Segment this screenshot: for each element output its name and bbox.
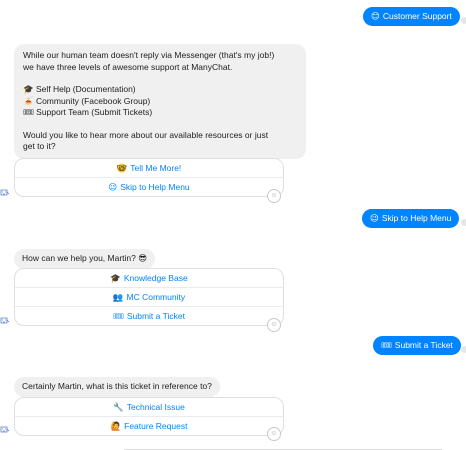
bot-message-line: Would you like to hear more about our av… — [23, 129, 269, 140]
mc-community-button[interactable]: 👥 MC Community — [15, 288, 283, 307]
graduation-cap-icon: 🎓 — [110, 274, 121, 284]
button-label: MC Community — [126, 292, 186, 302]
bot-message-line: While our human team doesn't reply via M… — [23, 50, 275, 60]
bot-avatar-icon — [0, 317, 10, 324]
submit-a-ticket-button[interactable]: 🎟 Submit a Ticket — [15, 307, 283, 325]
button-label: Feature Request — [124, 421, 188, 431]
add-reaction-icon[interactable]: ☺ — [267, 427, 281, 441]
bot-message-intro: While our human team doesn't reply via M… — [14, 44, 306, 159]
quick-reply-group-ticket: 🔧 Technical Issue 🙋 Feature Request — [14, 397, 284, 436]
ticket-icon: 🎟 — [113, 312, 124, 322]
button-label: Technical Issue — [126, 402, 185, 412]
quick-reply-group-help: 🎓 Knowledge Base 👥 MC Community 🎟 Submit a … — [14, 268, 284, 326]
button-label: Skip to Help Menu — [120, 182, 190, 192]
nerd-emoji-icon: 🤓 — [116, 164, 128, 174]
user-message-skip-to-help-menu: 😉 Skip to Help Menu — [362, 209, 460, 228]
user-message-text: Skip to Help Menu — [381, 213, 452, 223]
bot-message-help: How can we help you, Martin? 😎 — [14, 249, 156, 269]
bot-message-line: 🎓 Self Help (Documentation) — [23, 84, 136, 94]
button-label: Tell Me More! — [130, 163, 182, 173]
read-receipt-icon — [461, 346, 466, 353]
technical-issue-button[interactable]: 🔧 Technical Issue — [15, 398, 283, 417]
wink-emoji-icon: 😉 — [370, 214, 379, 224]
button-label: Submit a Ticket — [126, 311, 185, 321]
wrench-icon: 🔧 — [113, 403, 124, 413]
bot-avatar-icon — [0, 189, 10, 196]
bot-message-text: How can we help you, Martin? 😎 — [22, 253, 148, 263]
user-message-submit-a-ticket: 🎟 Submit a Ticket — [373, 336, 461, 355]
bot-avatar-icon — [0, 426, 10, 433]
add-reaction-icon[interactable]: ☺ — [267, 318, 281, 332]
quick-reply-group-intro: 🤓 Tell Me More! 😉 Skip to Help Menu — [14, 158, 284, 197]
smile-emoji-icon: 😊 — [371, 12, 380, 22]
people-icon: 👥 — [112, 293, 124, 303]
tell-me-more-button[interactable]: 🤓 Tell Me More! — [15, 159, 283, 178]
feature-request-button[interactable]: 🙋 Feature Request — [15, 417, 283, 435]
bot-message-line: we have three levels of awesome support … — [23, 61, 233, 72]
raising-hand-icon: 🙋 — [110, 422, 122, 432]
ticket-icon: 🎟 — [381, 341, 392, 351]
knowledge-base-button[interactable]: 🎓 Knowledge Base — [15, 269, 283, 288]
bot-message-line: get to it? — [23, 141, 56, 151]
user-message-text: Customer Support — [382, 11, 452, 21]
bot-message-ticket: Certainly Martin, what is this ticket in… — [14, 377, 220, 397]
user-message-customer-support: 😊 Customer Support — [363, 7, 460, 26]
add-reaction-icon[interactable]: ☺ — [267, 189, 281, 203]
skip-to-help-menu-button[interactable]: 😉 Skip to Help Menu — [15, 178, 283, 196]
button-label: Knowledge Base — [123, 273, 188, 283]
bot-message-line: 🍝 Community (Facebook Group) — [23, 95, 151, 106]
bot-message-line: 🎟 Support Team (Submit Tickets) — [23, 107, 153, 117]
wink-emoji-icon: 😉 — [108, 183, 118, 193]
bot-message-text: Certainly Martin, what is this ticket in… — [22, 381, 212, 391]
read-receipt-icon — [461, 219, 466, 226]
read-receipt-icon — [461, 17, 466, 24]
user-message-text: Submit a Ticket — [394, 340, 453, 350]
